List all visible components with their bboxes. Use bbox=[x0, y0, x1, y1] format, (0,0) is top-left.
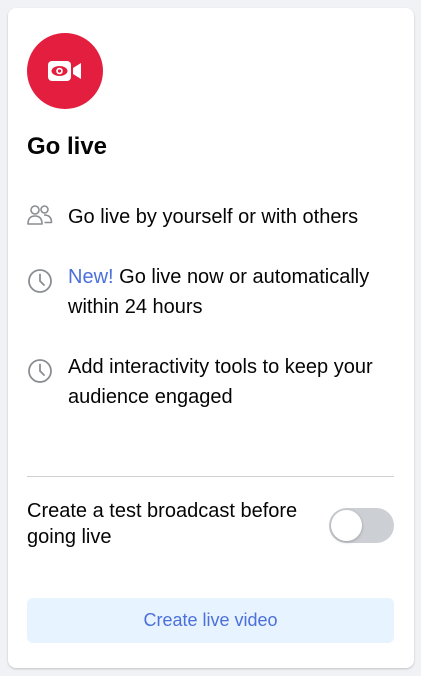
divider bbox=[27, 476, 394, 477]
live-video-camera-icon bbox=[27, 33, 103, 109]
feature-text: Add interactivity tools to keep your aud… bbox=[68, 356, 373, 408]
feature-item-interactivity: Add interactivity tools to keep your aud… bbox=[27, 352, 397, 412]
feature-item-schedule: New! Go live now or automatically within… bbox=[27, 262, 397, 322]
create-live-video-button[interactable]: Create live video bbox=[27, 598, 394, 643]
toggle-knob bbox=[331, 510, 362, 541]
feature-item-collab: Go live by yourself or with others bbox=[27, 202, 397, 232]
clock-icon bbox=[27, 268, 53, 294]
people-icon bbox=[27, 202, 53, 228]
page-title: Go live bbox=[27, 133, 108, 160]
new-tag: New! bbox=[68, 266, 114, 288]
feature-text: Go live by yourself or with others bbox=[68, 206, 359, 228]
feature-text: New! Go live now or automatically within… bbox=[68, 262, 397, 322]
test-broadcast-toggle[interactable] bbox=[329, 508, 394, 543]
test-broadcast-label: Create a test broadcast before going liv… bbox=[27, 500, 298, 548]
feature-text-body: Go live now or automatically within 24 h… bbox=[68, 266, 370, 318]
clock-icon bbox=[27, 358, 53, 384]
go-live-card: Go live Go live by yourself or with othe… bbox=[8, 8, 414, 668]
